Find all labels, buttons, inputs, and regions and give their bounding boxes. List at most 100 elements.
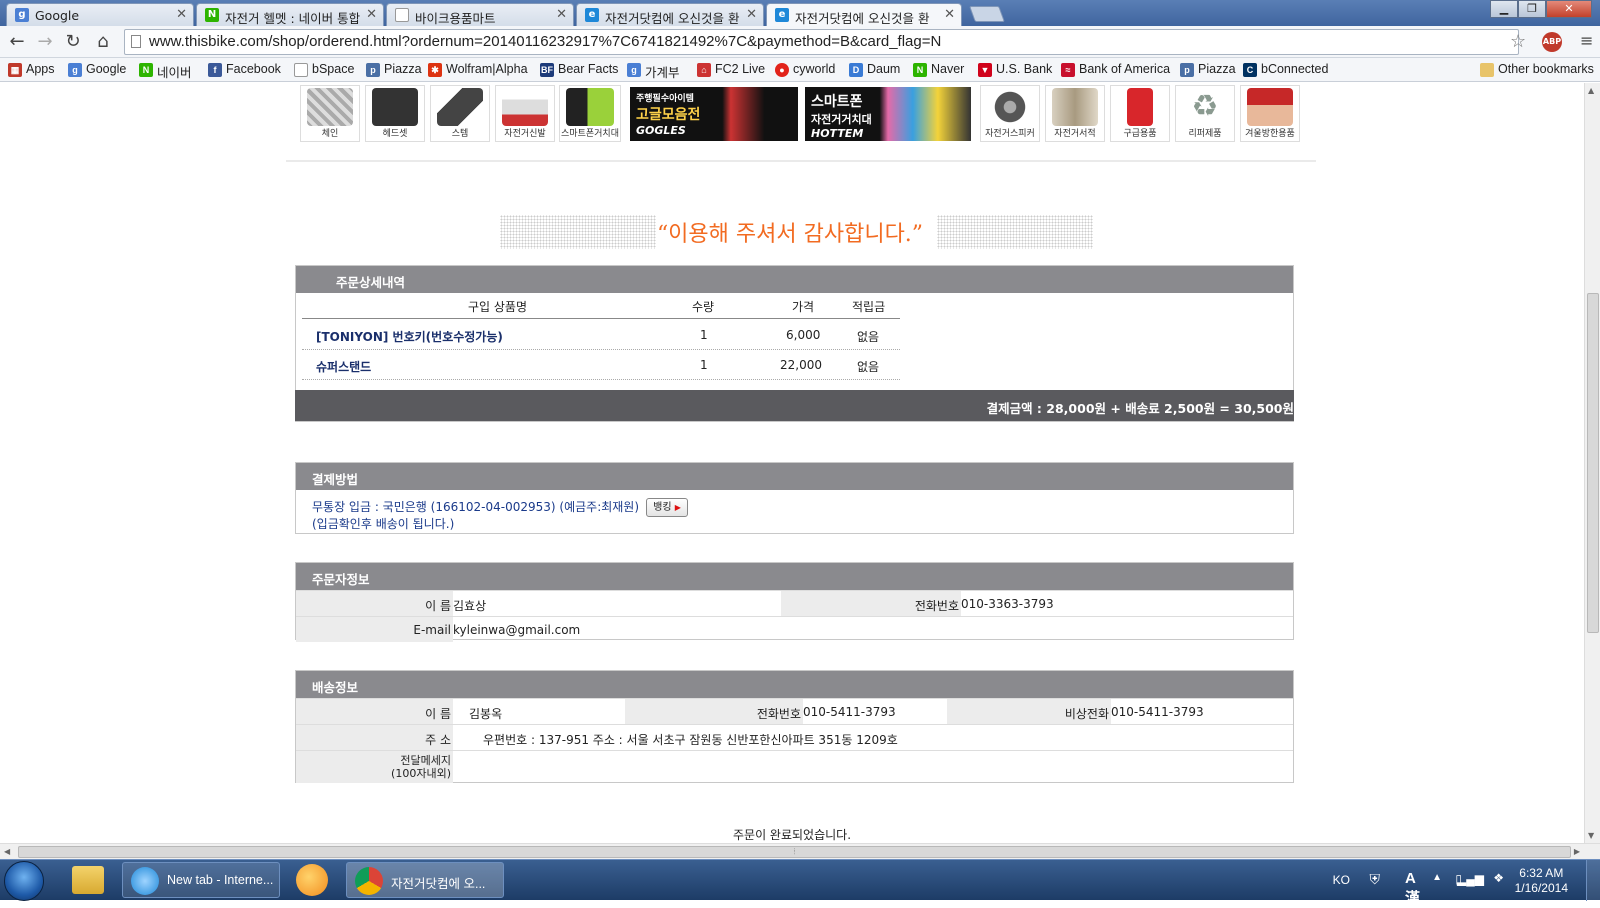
recipient-phone-label: 전화번호 [625,699,803,724]
adblock-plus-icon[interactable]: ABP [1542,32,1562,52]
tab-naver-helmet[interactable]: N 자전거 헬멧 : 네이버 통합 ✕ [196,3,384,26]
recipient-name-label: 이 름 [296,699,453,724]
scroll-right-icon[interactable]: ▶ [1574,847,1580,856]
maximize-icon[interactable]: ❐ [1518,0,1546,18]
dots-decoration [500,215,656,249]
taskbar: New tab - Interne... 자전거닷컴에 오... KO ⛨ A … [0,859,1600,907]
tab-title: 자전거닷컴에 오신것을 환 [605,11,740,26]
reload-icon[interactable]: ↻ [62,31,84,53]
bookmark-bearfacts[interactable]: BF Bear Facts [540,62,618,77]
other-bookmarks[interactable]: Other bookmarks [1480,62,1594,77]
order-details-section: 주문상세내역 구입 상품명 수량 가격 적립금 [TONIYON] 번호키(번호… [295,265,1294,422]
new-tab-button[interactable] [969,6,1005,22]
bookmark-usbank[interactable]: ▼ U.S. Bank [978,62,1052,77]
clock[interactable]: 6:32 AM 1/16/2014 [1515,866,1568,896]
close-icon[interactable]: ✕ [746,7,757,22]
bookmark-piazza-2[interactable]: p Piazza [1180,62,1236,77]
category-shoes[interactable]: 자전거신발 [495,85,555,142]
bookmark-bspace[interactable]: bSpace [294,62,354,77]
bookmark-bofa[interactable]: ≈ Bank of America [1061,62,1170,77]
back-arrow-icon[interactable]: ← [6,31,28,53]
category-books[interactable]: 자전거서적 [1045,85,1105,142]
orderer-email-label: E-mail [296,617,453,642]
google-icon: g [68,63,82,77]
tab-bikemart[interactable]: 바이크용품마트 ✕ [386,3,574,26]
forward-arrow-icon[interactable]: → [34,31,56,53]
google-icon: g [15,8,29,22]
address-bar[interactable]: www.thisbike.com/shop/orderend.html?orde… [124,29,1519,55]
scroll-left-icon[interactable]: ◀ [4,847,10,856]
product-name[interactable]: 슈퍼스탠드 [316,358,371,375]
bookmark-piazza[interactable]: p Piazza [366,62,422,77]
bookmark-star-icon[interactable]: ☆ [1510,31,1526,52]
show-desktop-button[interactable] [1586,860,1600,901]
shoe-icon [502,88,548,126]
close-icon[interactable]: ✕ [944,7,955,22]
bookmark-daum[interactable]: D Daum [849,62,900,77]
clock-date: 1/16/2014 [1514,881,1568,895]
naver-icon: N [205,8,219,22]
tab-title: 바이크용품마트 [415,11,496,26]
bookmark-facebook[interactable]: f Facebook [208,62,281,77]
tab-title: Google [35,8,80,23]
category-label: 리퍼제품 [1188,129,1222,139]
language-indicator[interactable]: KO [1333,873,1350,887]
col-qty: 수량 [692,300,715,314]
winter-mask-icon [1247,88,1293,126]
product-price: 22,000 [780,358,822,372]
category-winter[interactable]: 겨울방한용품 [1240,85,1300,142]
phone-mount-banner[interactable]: 스마트폰 자전거거치대 HOTTEM [805,87,971,141]
app-orb-icon[interactable] [296,864,328,896]
bookmark-bconnected[interactable]: CbConnected [1243,62,1328,77]
category-headset[interactable]: 헤드셋 [365,85,425,142]
window-close-icon[interactable]: ✕ [1546,0,1592,18]
category-phone-mount[interactable]: 스마트폰거치대 [559,85,621,142]
goggles-banner[interactable]: 주행필수아이템 고글모음전 GOGLES [630,87,798,141]
chrome-menu-icon[interactable]: ≡ [1580,31,1593,50]
close-icon[interactable]: ✕ [366,7,377,22]
home-icon[interactable]: ⌂ [92,31,114,53]
bookmark-fc2[interactable]: ⌂ FC2 Live [697,62,765,77]
explorer-icon[interactable] [72,866,104,894]
bookmark-naver[interactable]: N Naver [913,62,964,77]
category-speaker[interactable]: 자전거스피커 [980,85,1040,142]
close-icon[interactable]: ✕ [176,7,187,22]
tab-google[interactable]: g Google ✕ [6,3,194,26]
banking-button[interactable]: 뱅킹 ▶ [646,498,688,517]
tab-thisbike-active[interactable]: e 자전거닷컴에 오신것을 환 ✕ [766,3,962,27]
taskbar-ie[interactable]: New tab - Interne... [122,862,280,898]
product-name[interactable]: [TONIYON] 번호키(번호수정가능) [316,328,503,345]
bookmark-naver-kr[interactable]: N 네이버 [139,62,192,81]
category-chain[interactable]: 체인 [300,85,360,142]
scroll-down-icon[interactable]: ▼ [1588,831,1594,840]
category-stem[interactable]: 스템 [430,85,490,142]
category-refurb[interactable]: ♻ 리퍼제품 [1175,85,1235,142]
bookmark-cyworld[interactable]: ● cyworld [775,62,835,77]
emergency-phone: 010-5411-3793 [1111,705,1204,719]
bookmark-budget[interactable]: g 가계부 [627,62,680,81]
scroll-up-icon[interactable]: ▲ [1588,86,1594,95]
signal-icon[interactable]: ▂▄▆ [1457,872,1484,886]
vertical-scrollbar[interactable]: ▲ ▼ [1584,83,1600,843]
shield-icon[interactable]: ⛨ [1370,871,1381,888]
category-firstaid[interactable]: 구급용품 [1110,85,1170,142]
taskbar-chrome[interactable]: 자전거닷컴에 오... [346,862,504,898]
horizontal-scrollbar[interactable]: ◀ ⦙ ▶ [0,843,1600,859]
bookmark-apps[interactable]: ▦ Apps [8,62,55,77]
close-icon[interactable]: ✕ [556,7,567,22]
tray-arrow-icon[interactable]: ▲ [1432,872,1442,883]
naver-icon: N [913,63,927,77]
category-label: 겨울방한용품 [1245,129,1295,139]
minimize-icon[interactable]: ▁ [1490,0,1518,18]
bookmark-google[interactable]: g Google [68,62,126,77]
scroll-thumb[interactable]: ⦙ [18,846,1571,858]
dots-decoration [937,215,1093,249]
bookmark-wolfram[interactable]: ✱ Wolfram|Alpha [428,62,528,77]
table-row: 슈퍼스탠드 1 22,000 없음 [302,350,900,380]
tab-thisbike-1[interactable]: e 자전거닷컴에 오신것을 환 ✕ [576,3,764,26]
ime-indicator[interactable]: A 漢 [1405,870,1420,908]
scroll-thumb[interactable] [1587,293,1599,633]
dropbox-icon[interactable]: ❖ [1493,871,1504,885]
category-label: 헤드셋 [382,129,408,139]
start-button[interactable] [4,861,44,901]
